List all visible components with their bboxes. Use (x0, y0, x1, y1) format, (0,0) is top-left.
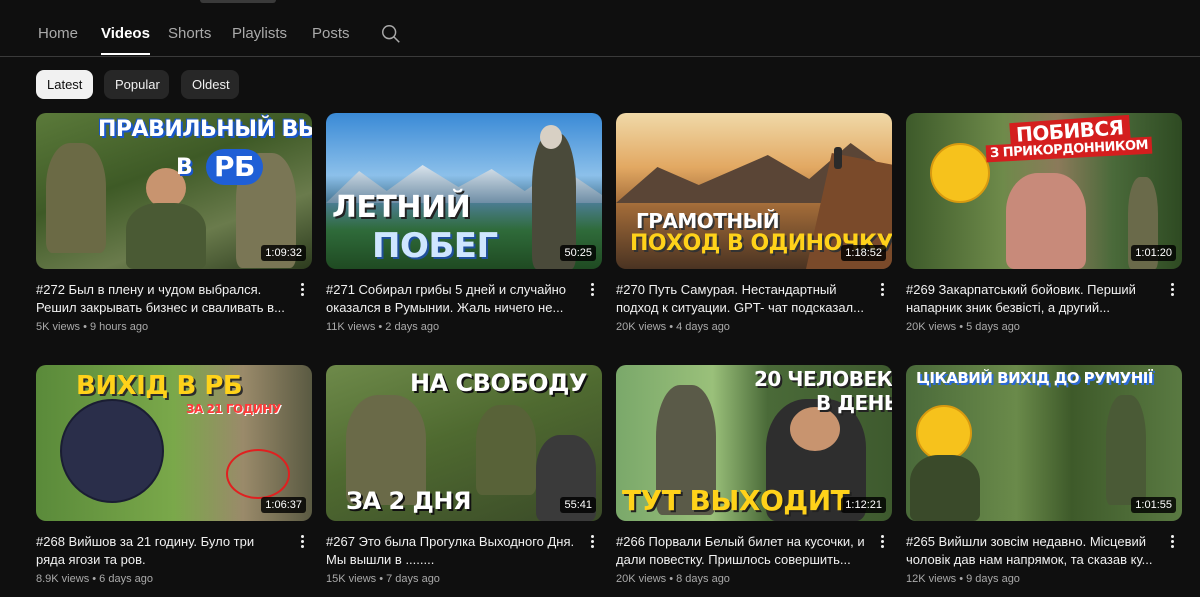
tab-playlists[interactable]: Playlists (232, 25, 287, 55)
video-meta: 20K views • 4 days ago (616, 321, 730, 333)
video-duration: 1:18:52 (841, 245, 886, 261)
video-menu-button[interactable] (1162, 533, 1182, 553)
view-count: 20K views (616, 321, 667, 333)
upload-age: 9 hours ago (90, 321, 149, 333)
video-menu-button[interactable] (582, 533, 602, 553)
video-card: ПОБИВСЯ З ПРИКОРДОННИКОМ 1:01:20 #269 За… (906, 113, 1182, 333)
thumbnail-overlay-text: ПРАВИЛЬНЫЙ ВЫХОД (98, 117, 312, 142)
more-vert-icon (872, 535, 892, 548)
search-button[interactable] (380, 23, 404, 47)
more-vert-icon (292, 283, 312, 296)
video-menu-button[interactable] (582, 281, 602, 301)
view-count: 15K views (326, 573, 377, 585)
video-thumbnail[interactable]: ПРАВИЛЬНЫЙ ВЫХОД В РБ 1:09:32 (36, 113, 312, 269)
more-vert-icon (1162, 283, 1182, 296)
video-thumbnail[interactable]: ПОБИВСЯ З ПРИКОРДОННИКОМ 1:01:20 (906, 113, 1182, 269)
tab-shorts[interactable]: Shorts (168, 25, 211, 55)
view-count: 11K views (326, 321, 376, 333)
video-card: 20 ЧЕЛОВЕК В ДЕНЬ ТУТ ВЫХОДИТ 1:12:21 #2… (616, 365, 892, 585)
video-thumbnail[interactable]: ВИХІД В РБ ЗА 21 ГОДИНУ 1:06:37 (36, 365, 312, 521)
upload-age: 4 days ago (676, 321, 730, 333)
more-vert-icon (1162, 535, 1182, 548)
video-thumbnail[interactable]: 20 ЧЕЛОВЕК В ДЕНЬ ТУТ ВЫХОДИТ 1:12:21 (616, 365, 892, 521)
video-thumbnail[interactable]: ЛЕТНИЙ ПОБЕГ 50:25 (326, 113, 602, 269)
channel-tabs: Home Videos Shorts Playlists Posts (0, 0, 1200, 57)
thumbnail-overlay-text: ЗА 21 ГОДИНУ (186, 402, 281, 416)
upload-age: 7 days ago (386, 573, 440, 585)
thumbnail-overlay-text: ЛЕТНИЙ (332, 190, 471, 225)
thumbnail-overlay-text: ПОБЕГ (372, 226, 498, 266)
view-count: 20K views (906, 321, 957, 333)
video-duration: 1:09:32 (261, 245, 306, 261)
video-meta: 20K views • 8 days ago (616, 573, 730, 585)
upload-age: 5 days ago (966, 321, 1020, 333)
video-card: ВИХІД В РБ ЗА 21 ГОДИНУ 1:06:37 #268 Вий… (36, 365, 312, 585)
tab-posts[interactable]: Posts (312, 25, 350, 55)
chip-oldest[interactable]: Oldest (181, 70, 239, 99)
more-vert-icon (582, 535, 602, 548)
video-thumbnail[interactable]: НА СВОБОДУ ЗА 2 ДНЯ 55:41 (326, 365, 602, 521)
video-meta: 20K views • 5 days ago (906, 321, 1020, 333)
tab-home[interactable]: Home (38, 25, 78, 55)
video-title[interactable]: #272 Был в плену и чудом выбрался. Решил… (36, 281, 286, 317)
video-thumbnail[interactable]: ГРАМОТНЫЙ ПОХОД В ОДИНОЧКУ 1:18:52 (616, 113, 892, 269)
thumbnail-overlay-text: В (176, 155, 193, 180)
video-duration: 1:01:55 (1131, 497, 1176, 513)
view-count: 12K views (906, 573, 957, 585)
video-meta: 12K views • 9 days ago (906, 573, 1020, 585)
tab-videos[interactable]: Videos (101, 25, 150, 55)
upload-age: 2 days ago (385, 321, 440, 333)
video-menu-button[interactable] (872, 533, 892, 553)
view-count: 8.9K views (36, 573, 90, 585)
video-duration: 1:01:20 (1131, 245, 1176, 261)
video-card: ЛЕТНИЙ ПОБЕГ 50:25 #271 Собирал грибы 5 … (326, 113, 602, 333)
upload-age: 8 days ago (676, 573, 730, 585)
view-count: 5K views (36, 321, 81, 333)
chip-latest[interactable]: Latest (36, 70, 93, 99)
video-menu-button[interactable] (872, 281, 892, 301)
more-vert-icon (582, 283, 602, 296)
view-count: 20K views (616, 573, 667, 585)
video-title[interactable]: #269 Закарпатський бойовик. Перший напар… (906, 281, 1156, 317)
thumbnail-overlay-text: ЦІКАВИЙ ВИХІД ДО РУМУНІЇ (916, 369, 1153, 387)
video-title[interactable]: #265 Вийшли зовсім недавно. Місцевий чол… (906, 533, 1156, 569)
video-card: НА СВОБОДУ ЗА 2 ДНЯ 55:41 #267 Это была … (326, 365, 602, 585)
thumbnail-overlay-text: РБ (206, 149, 263, 185)
video-title[interactable]: #268 Вийшов за 21 годину. Було три ряда … (36, 533, 286, 569)
video-menu-button[interactable] (292, 281, 312, 301)
thumbnail-overlay-text: 20 ЧЕЛОВЕК (754, 367, 892, 391)
search-icon (382, 25, 400, 43)
more-vert-icon (292, 535, 312, 548)
video-card: ПРАВИЛЬНЫЙ ВЫХОД В РБ 1:09:32 #272 Был в… (36, 113, 312, 333)
chip-popular[interactable]: Popular (104, 70, 169, 99)
video-duration: 50:25 (560, 245, 596, 261)
video-card: ЦІКАВИЙ ВИХІД ДО РУМУНІЇ 1:01:55 #265 Ви… (906, 365, 1182, 585)
thumbnail-overlay-text: В ДЕНЬ (816, 391, 892, 415)
thumbnail-overlay-text: ГРАМОТНЫЙ (636, 209, 780, 233)
video-title[interactable]: #270 Путь Самурая. Нестандартный подход … (616, 281, 866, 317)
video-menu-button[interactable] (292, 533, 312, 553)
thumbnail-overlay-text: ЗА 2 ДНЯ (346, 487, 471, 515)
video-duration: 1:12:21 (841, 497, 886, 513)
upload-age: 6 days ago (99, 573, 153, 585)
upload-age: 9 days ago (966, 573, 1020, 585)
thumbnail-overlay-text: ТУТ ВЫХОДИТ (622, 484, 850, 517)
video-title[interactable]: #266 Порвали Белый билет на кусочки, и д… (616, 533, 866, 569)
video-meta: 15K views • 7 days ago (326, 573, 440, 585)
video-menu-button[interactable] (1162, 281, 1182, 301)
video-meta: 11K views • 2 days ago (326, 321, 440, 333)
more-vert-icon (872, 283, 892, 296)
video-title[interactable]: #271 Собирал грибы 5 дней и случайно ока… (326, 281, 576, 317)
video-duration: 55:41 (560, 497, 596, 513)
video-title[interactable]: #267 Это была Прогулка Выходного Дня. Мы… (326, 533, 576, 569)
video-meta: 8.9K views • 6 days ago (36, 573, 153, 585)
thumbnail-overlay-text: ВИХІД В РБ (76, 371, 243, 401)
video-thumbnail[interactable]: ЦІКАВИЙ ВИХІД ДО РУМУНІЇ 1:01:55 (906, 365, 1182, 521)
video-meta: 5K views • 9 hours ago (36, 321, 149, 333)
video-card: ГРАМОТНЫЙ ПОХОД В ОДИНОЧКУ 1:18:52 #270 … (616, 113, 892, 333)
thumbnail-overlay-text: НА СВОБОДУ (410, 369, 587, 397)
video-duration: 1:06:37 (261, 497, 306, 513)
